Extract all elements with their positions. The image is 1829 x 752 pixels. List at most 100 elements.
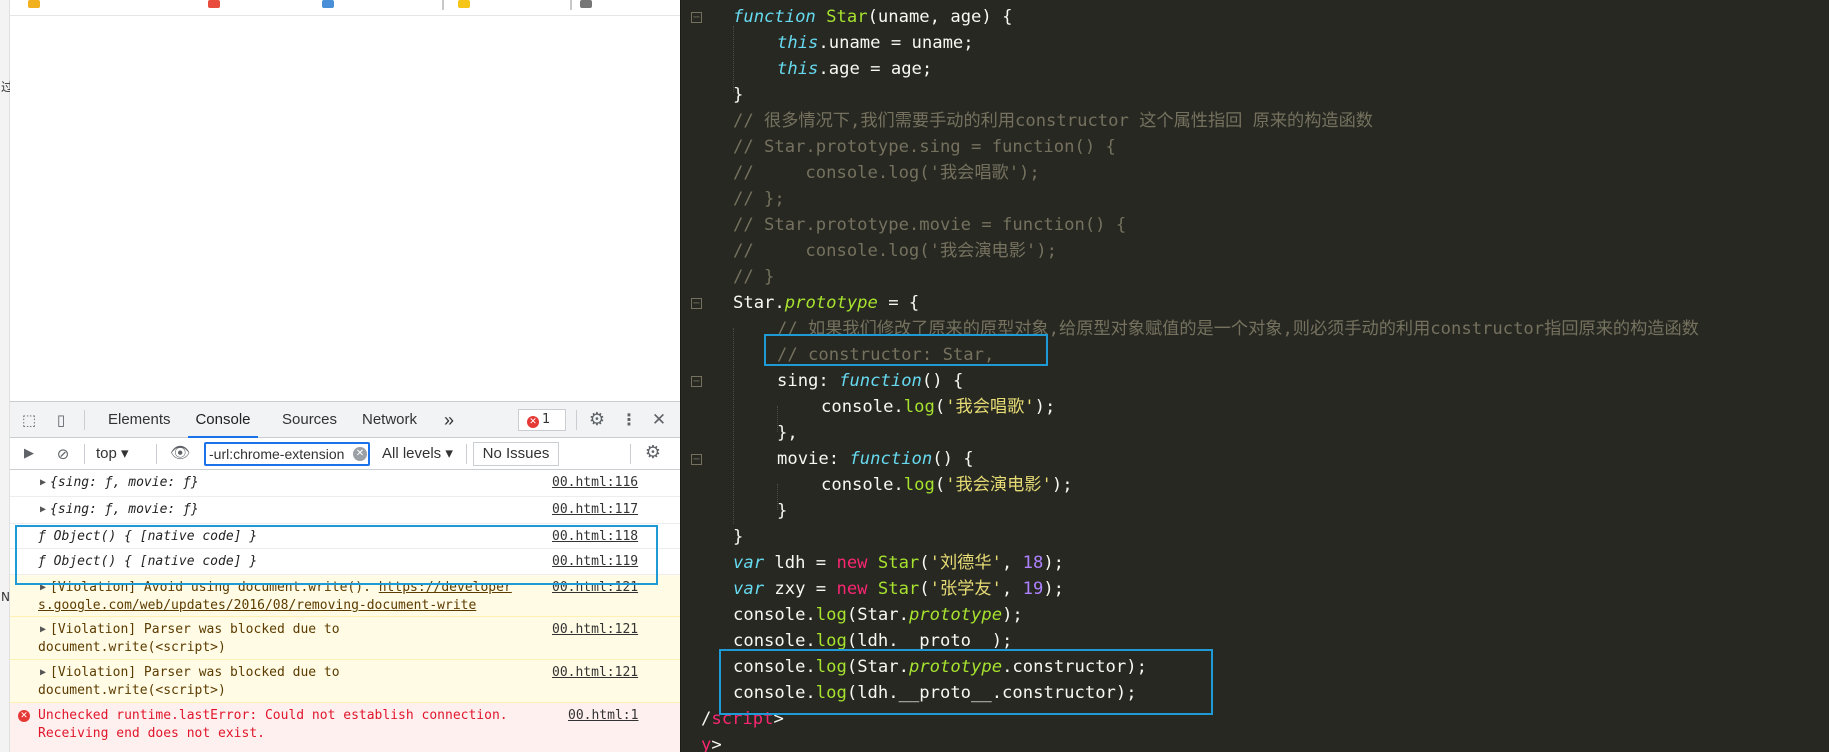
separator [84, 444, 85, 464]
console-row[interactable]: ƒ Object() { [native code] } 00.html:118 [10, 524, 680, 549]
more-tabs-button[interactable]: » [444, 402, 454, 438]
sidebar-toggle-icon[interactable]: ▶ [20, 445, 38, 463]
separator [466, 444, 467, 464]
code-line: function Star(uname, age) { [733, 7, 1013, 27]
code-line: } [733, 527, 744, 547]
context-value: top [96, 445, 117, 462]
source-link[interactable]: 00.html:121 [552, 664, 638, 682]
source-link[interactable]: 00.html:117 [552, 501, 638, 519]
source-link[interactable]: 00.html:118 [552, 528, 638, 546]
console-log: ▶ {sing: ƒ, movie: ƒ} 00.html:116 ▶ {sin… [10, 470, 680, 752]
warning-text: [Violation] Avoid using document.write()… [50, 580, 379, 595]
source-link[interactable]: 00.html:121 [552, 579, 638, 597]
separator [84, 410, 85, 430]
bookmark-icon[interactable] [580, 0, 592, 8]
code-comment: // constructor: Star, [777, 345, 995, 365]
console-message: [Violation] Parser was blocked due to doc… [38, 621, 538, 657]
code-comment: // console.log('我会演电影'); [733, 241, 1057, 261]
folder-icon[interactable] [458, 0, 470, 8]
code-line: } [777, 501, 788, 521]
devtools-panel: ⬚ ▯ Elements Console Sources Network » ✕… [10, 401, 680, 752]
devtools-tabbar: ⬚ ▯ Elements Console Sources Network » ✕… [10, 402, 680, 438]
issues-button[interactable]: No Issues [473, 442, 559, 466]
error-icon: ✕ [527, 416, 539, 428]
console-warning-row[interactable]: ▶ [Violation] Parser was blocked due to d… [10, 660, 680, 703]
separator [156, 444, 157, 464]
code-line: var ldh = new Star('刘德华', 18); [733, 553, 1065, 573]
console-message: {sing: ƒ, movie: ƒ} [50, 502, 199, 517]
console-error-row[interactable]: ✕ Unchecked runtime.lastError: Could not… [10, 703, 680, 752]
settings-gear-icon[interactable]: ⚙ [588, 411, 606, 429]
console-row[interactable]: ƒ Object() { [native code] } 00.html:119 [10, 549, 680, 575]
error-count: 1 [542, 412, 551, 427]
code-line: } [733, 85, 744, 105]
separator [576, 410, 577, 430]
console-row[interactable]: ▶ {sing: ƒ, movie: ƒ} 00.html:117 [10, 497, 680, 524]
log-levels-dropdown[interactable]: All levels ▾ [382, 443, 453, 465]
console-warning-row[interactable]: ▶ [Violation] Avoid using document.write… [10, 575, 680, 617]
eye-icon[interactable]: 👁 [170, 444, 190, 462]
tab-sources[interactable]: Sources [282, 402, 337, 438]
fold-toggle-icon[interactable]: − [691, 376, 702, 387]
code-line: }, [777, 423, 798, 443]
source-link[interactable]: 00.html:119 [552, 553, 638, 571]
clear-console-icon[interactable]: ⊘ [54, 445, 72, 463]
bookmark-icon[interactable] [208, 0, 220, 8]
inspect-element-icon[interactable]: ⬚ [20, 411, 38, 429]
console-message: Unchecked runtime.lastError: Could not e… [38, 707, 558, 743]
error-icon: ✕ [18, 710, 30, 722]
window-edge: 过 N [0, 0, 13, 752]
source-link[interactable]: 00.html:116 [552, 474, 638, 492]
browser-window: 过 N ⬚ ▯ Elements Console Sources Network… [0, 0, 680, 752]
tab-console[interactable]: Console [188, 402, 258, 438]
console-message: ƒ Object() { [native code] } [38, 554, 258, 569]
warning-text: [Violation] Parser was blocked due to [50, 622, 340, 637]
close-devtools-icon[interactable]: ✕ [650, 411, 668, 429]
code-line: movie: function() { [777, 449, 974, 469]
code-line: console.log(ldh.__proto__.constructor); [733, 683, 1137, 703]
error-count-badge[interactable]: ✕ 1 [518, 409, 566, 431]
log-levels-value: All levels [382, 445, 442, 462]
context-selector[interactable]: top ▾ [96, 443, 129, 465]
filter-input[interactable] [204, 442, 370, 466]
code-line: /script> [701, 709, 784, 729]
warning-link[interactable]: https://developer [379, 580, 512, 595]
code-line: sing: function() { [777, 371, 964, 391]
code-comment: // console.log('我会唱歌'); [733, 163, 1040, 183]
page-content [10, 17, 680, 401]
fold-toggle-icon[interactable]: − [691, 454, 702, 465]
fold-toggle-icon[interactable]: − [691, 298, 702, 309]
console-row[interactable]: ▶ {sing: ƒ, movie: ƒ} 00.html:116 [10, 470, 680, 497]
expand-caret-icon[interactable]: ▶ [40, 474, 46, 492]
separator [630, 444, 631, 464]
warning-text: [Violation] Parser was blocked due to [50, 665, 340, 680]
warning-link[interactable]: s.google.com/web/updates/2016/08/removin… [38, 598, 476, 613]
clear-filter-icon[interactable]: ✕ [353, 447, 367, 461]
device-toolbar-icon[interactable]: ▯ [52, 411, 70, 429]
console-settings-gear-icon[interactable]: ⚙ [644, 444, 662, 462]
code-line: var zxy = new Star('张学友', 19); [733, 579, 1065, 599]
tab-elements[interactable]: Elements [108, 402, 171, 438]
code-line: console.log('我会演电影'); [821, 475, 1073, 495]
code-comment: // Star.prototype.sing = function() { [733, 137, 1116, 157]
console-message: [Violation] Avoid using document.write()… [38, 579, 538, 615]
expand-caret-icon[interactable]: ▶ [40, 501, 46, 519]
fold-toggle-icon[interactable]: − [691, 12, 702, 23]
source-link[interactable]: 00.html:1 [568, 707, 638, 725]
bookmarks-bar [10, 0, 680, 16]
bookmark-icon[interactable] [322, 0, 334, 8]
warning-text: document.write(<script>) [38, 640, 226, 655]
tab-network[interactable]: Network [362, 402, 417, 438]
console-warning-row[interactable]: ▶ [Violation] Parser was blocked due to d… [10, 617, 680, 660]
code-line: console.log('我会唱歌'); [821, 397, 1056, 417]
source-link[interactable]: 00.html:121 [552, 621, 638, 639]
bookmark-icon[interactable] [28, 0, 40, 8]
warning-text: document.write(<script>) [38, 683, 226, 698]
console-message: [Violation] Parser was blocked due to doc… [38, 664, 538, 700]
indent-guide [733, 328, 734, 524]
console-message: {sing: ƒ, movie: ƒ} [50, 475, 199, 490]
more-options-icon[interactable]: ⋮ [620, 411, 638, 429]
code-comment: // } [733, 267, 775, 287]
code-comment: // Star.prototype.movie = function() { [733, 215, 1127, 235]
bookmark-separator [570, 0, 572, 10]
